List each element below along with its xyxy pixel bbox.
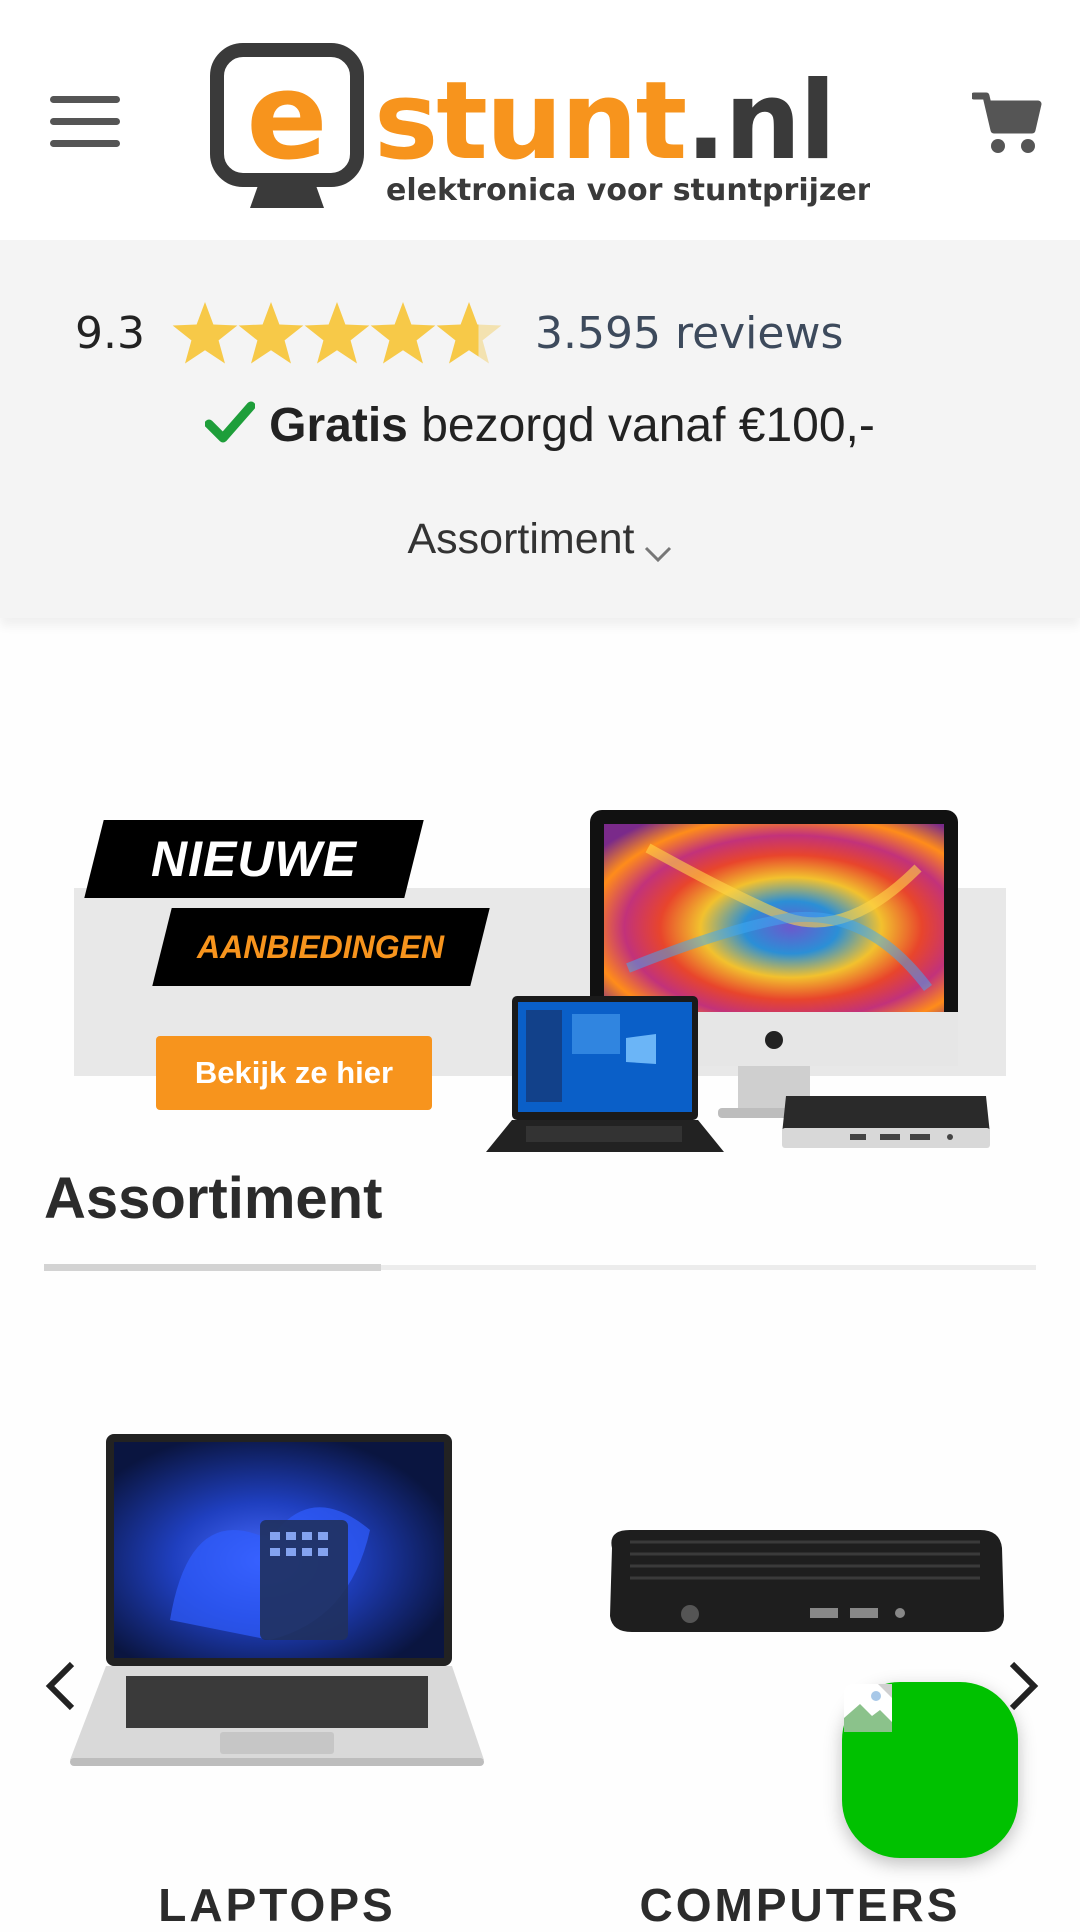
star-icon — [370, 302, 436, 364]
shipping-bold: Gratis — [269, 399, 408, 452]
rating-stars — [172, 300, 502, 370]
star-icon — [172, 302, 238, 364]
chevron-right-icon[interactable] — [1002, 1660, 1042, 1712]
shipping-text: bezorgd vanaf €100,- — [421, 399, 875, 452]
svg-text:stunt.nl: stunt.nl — [374, 59, 834, 184]
logo-letter: e — [246, 48, 327, 187]
section-title: Assortiment — [44, 1166, 383, 1231]
category-laptops-image[interactable] — [70, 1420, 484, 1785]
chat-button[interactable] — [842, 1682, 1018, 1858]
hamburger-menu-icon[interactable] — [50, 96, 120, 148]
rating-row: 9.3 3.595 reviews — [0, 300, 1080, 370]
star-icon — [304, 302, 370, 364]
info-bar: 9.3 3.595 reviews Gratis bezorgd vanaf €… — [0, 240, 1080, 618]
shipping-info: Gratis bezorgd vanaf €100,- — [0, 398, 1080, 453]
mini-pc-image — [780, 1090, 992, 1154]
checkmark-icon — [204, 400, 256, 444]
assortment-dropdown[interactable]: Assortiment — [0, 515, 1080, 564]
banner-line1: NIEUWE — [84, 820, 424, 898]
promo-banner[interactable]: NIEUWE AANBIEDINGEN Bekijk ze hier — [74, 808, 1006, 1164]
banner-line2: AANBIEDINGEN — [152, 908, 490, 986]
star-icon — [436, 302, 502, 364]
rating-score: 9.3 — [75, 308, 145, 359]
star-icon — [238, 302, 304, 364]
category-label-computers[interactable]: COMPUTERS — [560, 1878, 1040, 1932]
estunt-logo[interactable]: e stunt.nl elektronica voor stuntprijzen — [210, 40, 878, 215]
view-offers-button[interactable]: Bekijk ze hier — [156, 1036, 432, 1110]
assortment-label: Assortiment — [407, 515, 635, 563]
broken-image-icon — [842, 1682, 894, 1734]
shopping-cart-icon[interactable] — [970, 88, 1042, 158]
site-header: e stunt.nl elektronica voor stuntprijzen — [0, 0, 1080, 240]
section-divider-accent — [44, 1264, 381, 1271]
logo-tagline: elektronica voor stuntprijzen — [386, 173, 870, 208]
category-label-laptops[interactable]: LAPTOPS — [70, 1878, 484, 1932]
reviews-link[interactable]: 3.595 reviews — [535, 308, 843, 359]
laptop-image — [486, 994, 724, 1156]
chevron-down-icon — [643, 526, 673, 562]
